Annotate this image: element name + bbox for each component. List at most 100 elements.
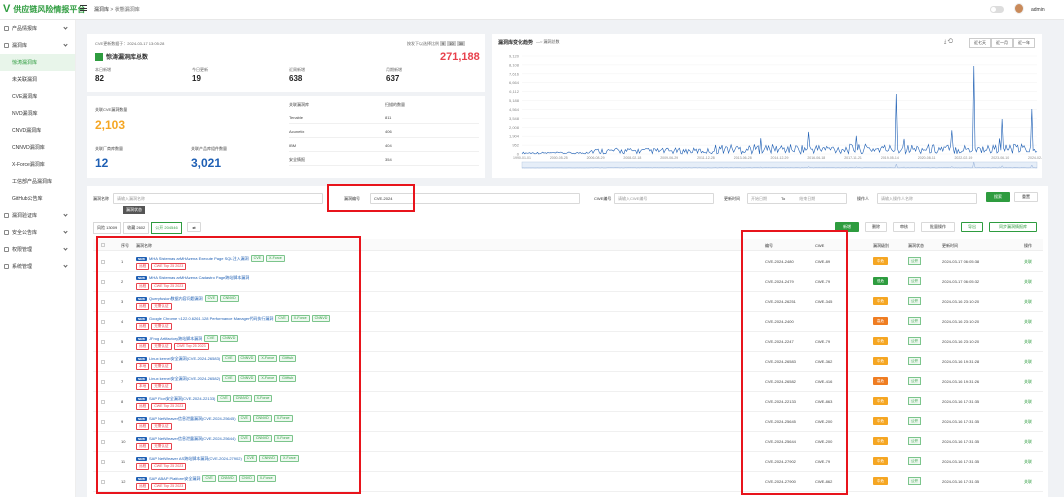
- update-time-cell: 2024-03-16 17:31:35: [942, 479, 980, 484]
- x-tick-label: 2000-05-25: [550, 156, 568, 160]
- sidebar-item[interactable]: CVE漏洞库: [0, 88, 75, 105]
- x-tick-label: 2023-06-10: [991, 156, 1009, 160]
- status-tabs: 风险 13009 收藏 2602 公开 204546: [93, 222, 182, 234]
- mapping-row: IBM 404: [289, 139, 479, 152]
- y-tick-label: 6,664: [509, 80, 520, 85]
- associate-link[interactable]: 关联: [1024, 379, 1032, 385]
- sidebar-item-label: CNVD漏洞库: [12, 128, 42, 134]
- stat-value: 19: [192, 74, 201, 83]
- avatar[interactable]: [1014, 3, 1024, 14]
- vendor-map-label: 关联厂商库数量: [95, 146, 123, 151]
- sidebar-item-label: CVE漏洞库: [12, 94, 38, 100]
- theme-toggle[interactable]: [990, 6, 1004, 13]
- system-icon: [4, 264, 9, 269]
- breadcrumb-root[interactable]: 漏洞库: [94, 7, 109, 13]
- cwe-input[interactable]: 请输入CWE编号: [614, 193, 714, 204]
- filter-settings-icon[interactable]: ⇄: [187, 222, 201, 232]
- level-badge: 中危: [873, 437, 888, 445]
- sidebar-item-label: 漏洞验证库: [12, 213, 38, 219]
- stat-label: 月期新增: [386, 67, 402, 72]
- update-time-cell: 2024-03-16 17:31:35: [942, 419, 980, 424]
- associate-link[interactable]: 关联: [1024, 319, 1032, 325]
- sidebar-item[interactable]: 未关联漏洞: [0, 71, 75, 88]
- sidebar-item-label: 权限管理: [12, 247, 33, 253]
- y-tick-label: 3,548: [509, 116, 520, 121]
- sidebar-item[interactable]: CNVD漏洞库: [0, 122, 75, 139]
- x-tick-label: 2008-02-18: [623, 156, 641, 160]
- associate-link[interactable]: 关联: [1024, 339, 1032, 345]
- tab-risk[interactable]: 风险 13009: [93, 222, 122, 234]
- x-tick-label: 2017-11-21: [844, 156, 862, 160]
- trend-chart: 9,120 8,108 7,616 6,664 6,112 5,188 4,564 3,548…: [509, 54, 1042, 169]
- associate-link[interactable]: 关联: [1024, 299, 1032, 305]
- level-badge: 中危: [873, 337, 888, 345]
- associate-link[interactable]: 关联: [1024, 439, 1032, 445]
- menu-toggle-icon[interactable]: [80, 5, 87, 11]
- stat-label: 本日新增: [95, 67, 111, 72]
- level-badge: 低危: [873, 277, 888, 285]
- sidebar-item[interactable]: 工信部产品漏洞库: [0, 173, 75, 190]
- vuln-name-input[interactable]: 请输入漏洞名称: [113, 193, 323, 204]
- sidebar-item[interactable]: 权限管理: [0, 241, 75, 258]
- col-status: 漏洞状态: [908, 243, 924, 248]
- associate-link[interactable]: 关联: [1024, 359, 1032, 365]
- update-time-cell: 2024-03-16 17:31:35: [942, 439, 980, 444]
- total-title: 惊涛漏洞库总数: [95, 52, 148, 61]
- delete-button[interactable]: 删除: [865, 222, 887, 232]
- reset-button[interactable]: 重置: [1014, 192, 1038, 202]
- sidebar-item[interactable]: 漏洞库: [0, 37, 75, 54]
- sync-button[interactable]: 同步漏洞情报库: [989, 222, 1037, 232]
- status-badge: 公开: [908, 377, 921, 385]
- range-btn-1[interactable]: 9: [440, 41, 447, 46]
- product-icon: [4, 26, 9, 31]
- level-badge: 中危: [873, 477, 888, 485]
- overview-panel: CVE更新数据于：2024-03-17 13:05:28 按发下以选择比例 9 10…: [87, 34, 485, 92]
- audit-button[interactable]: 审核: [893, 222, 915, 232]
- sidebar-item[interactable]: NVD漏洞库: [0, 105, 75, 122]
- user-name[interactable]: admin: [1031, 7, 1045, 13]
- filter-name-label: 漏洞名称: [93, 196, 109, 201]
- sidebar-item[interactable]: 系统管理: [0, 258, 75, 275]
- level-badge: 中危: [873, 417, 888, 425]
- export-button[interactable]: 导出: [961, 222, 983, 232]
- search-button[interactable]: 搜索: [986, 192, 1010, 202]
- status-badge: 公开: [908, 337, 921, 345]
- sidebar-item[interactable]: 惊涛漏洞库: [0, 54, 75, 71]
- sidebar-item-label: X-Force漏洞库: [12, 162, 45, 168]
- col-op: 操作: [1024, 243, 1032, 248]
- breadcrumb: 漏洞库 > 状態漏洞库: [94, 7, 140, 13]
- operator-input[interactable]: 请输入操作人名称: [877, 193, 977, 204]
- x-tick-label: 2009-06-29: [660, 156, 678, 160]
- vendor-map-value: 12: [95, 156, 109, 170]
- tab-collected[interactable]: 收藏 2602: [123, 222, 150, 234]
- range-btn-2[interactable]: 10: [447, 41, 456, 46]
- associate-link[interactable]: 关联: [1024, 419, 1032, 425]
- sidebar-item[interactable]: GitHub公告库: [0, 190, 75, 207]
- sidebar-item[interactable]: CNNVD漏洞库: [0, 139, 75, 156]
- x-tick-label: 2006-08-29: [587, 156, 605, 160]
- col-time[interactable]: 更新时间: [942, 243, 958, 249]
- y-tick-label: 2,008: [509, 125, 520, 130]
- sidebar-item-label: 安全公告库: [12, 230, 38, 236]
- x-tick-label: 2019-05-14: [881, 156, 899, 160]
- batch-button[interactable]: 批量操作: [921, 222, 955, 232]
- perm-icon: [4, 247, 9, 252]
- associate-link[interactable]: 关联: [1024, 399, 1032, 405]
- chevron-down-icon: [63, 25, 68, 30]
- associate-link[interactable]: 关联: [1024, 279, 1032, 285]
- zoom-slider[interactable]: [521, 161, 1038, 169]
- sidebar-item[interactable]: 产品情报库: [0, 20, 75, 37]
- sidebar-item[interactable]: 安全公告库: [0, 224, 75, 241]
- date-range-input[interactable]: 开始日期 To 结束日期: [747, 193, 847, 204]
- chevron-down-icon: [63, 42, 68, 47]
- range-btn-3[interactable]: 30: [456, 41, 466, 46]
- stat-value: 82: [95, 74, 104, 83]
- associate-link[interactable]: 关联: [1024, 459, 1032, 465]
- associate-link[interactable]: 关联: [1024, 259, 1032, 265]
- sidebar: 产品情报库 漏洞库 惊涛漏洞库 未关联漏洞 CVE漏洞库 NVD漏洞库 CNVD漏洞库 CNN…: [0, 20, 76, 497]
- sidebar-item[interactable]: X-Force漏洞库: [0, 156, 75, 173]
- tab-public[interactable]: 公开 204546: [151, 222, 182, 234]
- associate-link[interactable]: 关联: [1024, 479, 1032, 485]
- sidebar-item[interactable]: 漏洞验证库: [0, 207, 75, 224]
- y-tick-label: 1,904: [509, 134, 520, 139]
